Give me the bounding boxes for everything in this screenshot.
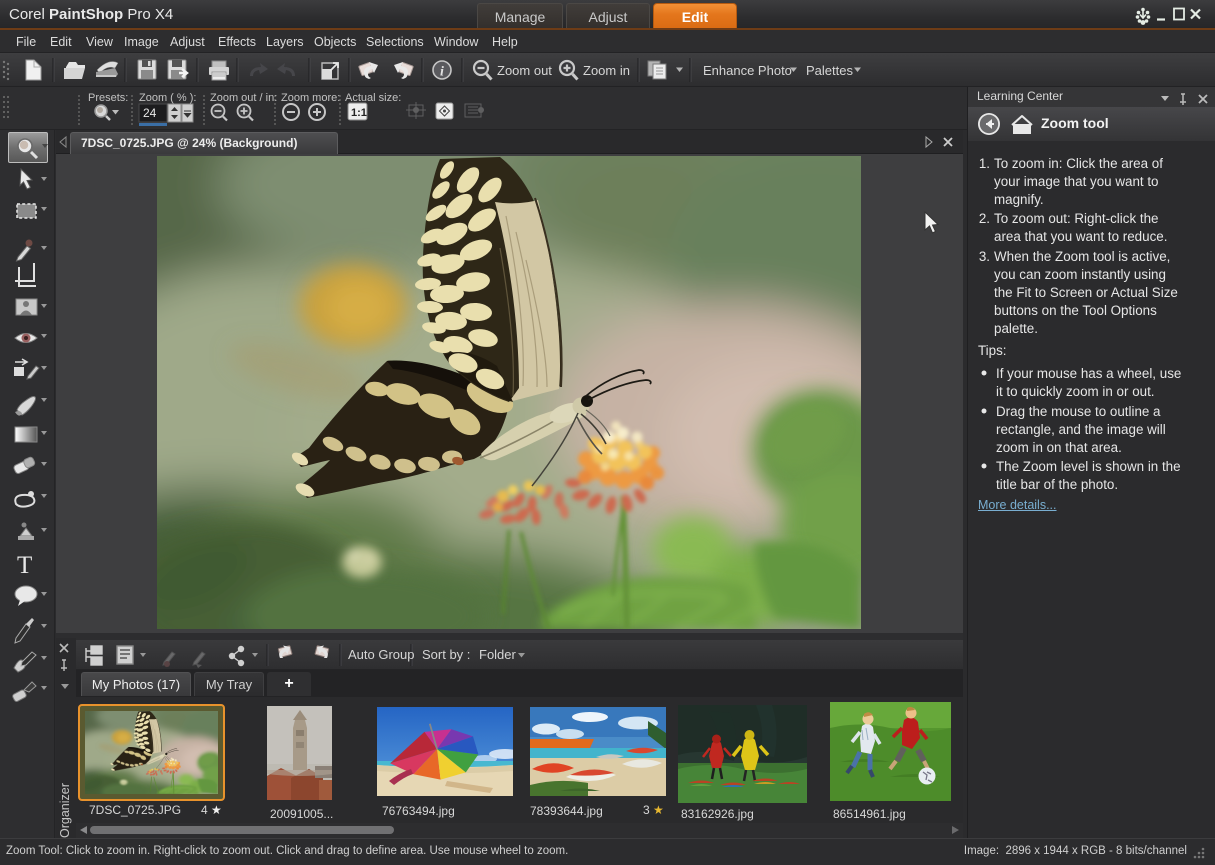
svg-text:1:1: 1:1 [351,107,367,119]
svg-text:Organizer: Organizer [58,783,72,838]
svg-text:i: i [440,65,444,80]
svg-text:T: T [17,552,32,579]
svg-text:24: 24 [143,106,157,120]
